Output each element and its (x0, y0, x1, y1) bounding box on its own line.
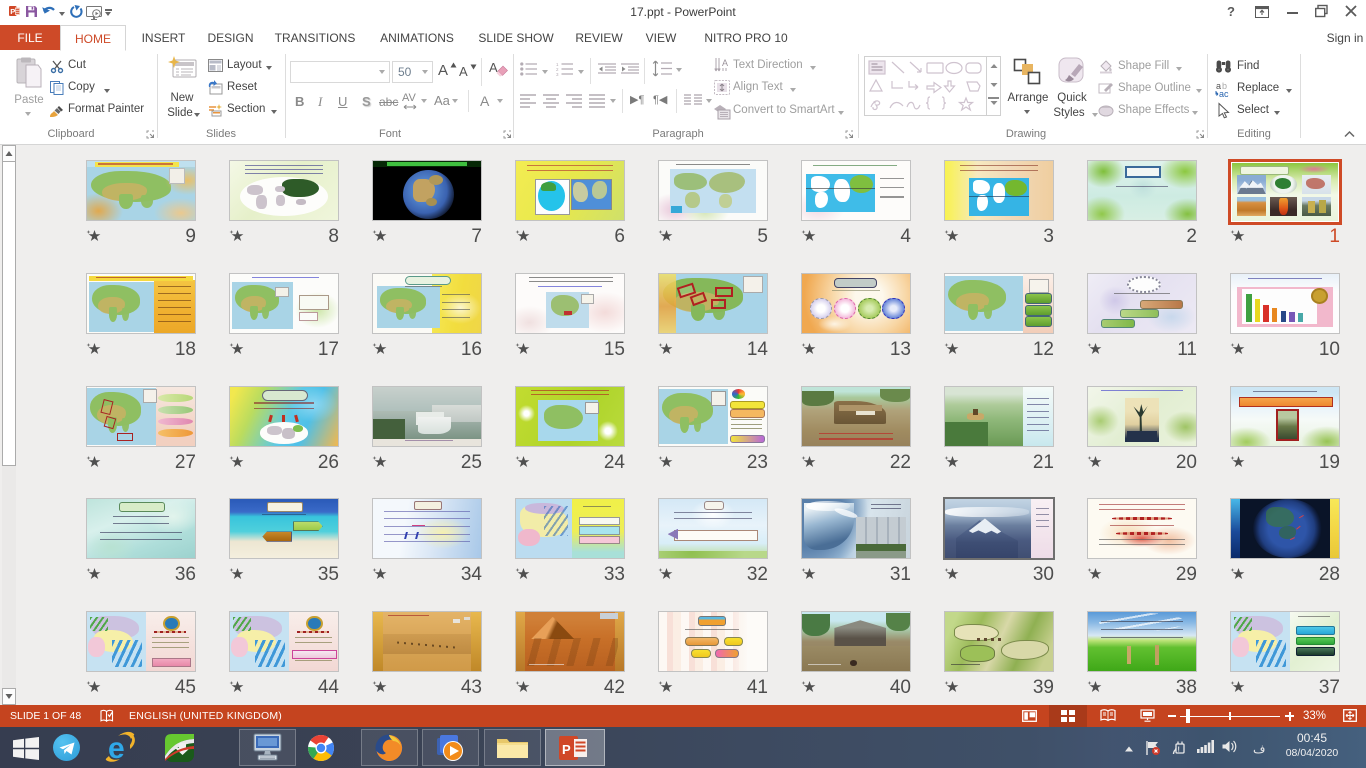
svg-text:A: A (722, 58, 728, 68)
svg-text:A: A (489, 60, 498, 75)
svg-text:!: ! (1178, 747, 1180, 754)
svg-text:ac: ac (1219, 89, 1229, 99)
svg-text:P: P (562, 742, 571, 757)
